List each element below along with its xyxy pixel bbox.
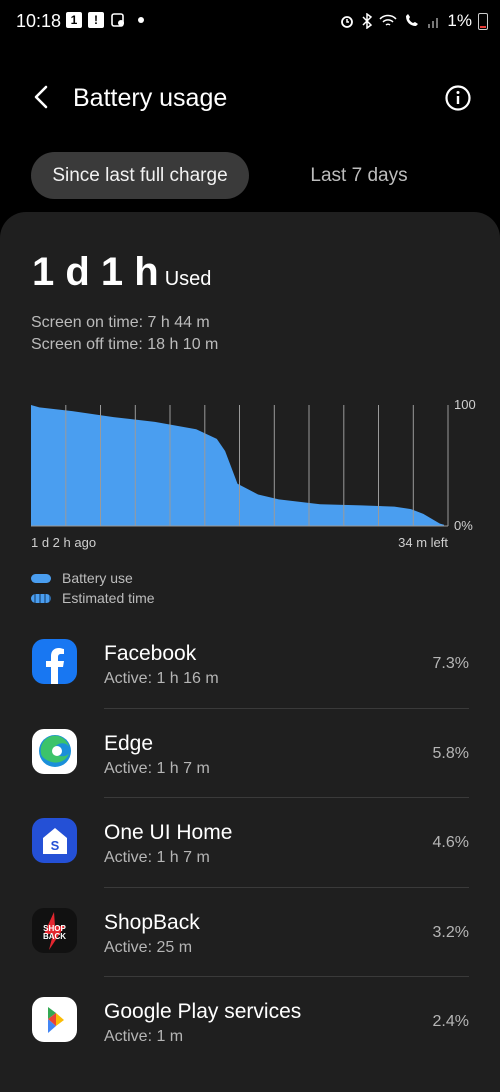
legend-swatch-solid: [31, 573, 51, 583]
legend-battery-use: Battery use: [31, 568, 155, 588]
app-name: Edge: [104, 731, 154, 755]
period-tabs: Since last full charge Last 7 days: [0, 152, 500, 200]
app-percent: 5.8%: [432, 744, 469, 762]
app-active-time: Active: 1 h 7 m: [104, 759, 210, 777]
used-label: Used: [164, 268, 212, 290]
back-button[interactable]: [28, 82, 58, 112]
battery-chart-svg: [31, 405, 449, 527]
app-row-edge[interactable]: Edge Active: 1 h 7 m 5.8%: [0, 709, 500, 798]
app-active-time: Active: 1 h 7 m: [104, 849, 210, 866]
alarm-icon: [341, 16, 354, 28]
info-button[interactable]: [444, 84, 472, 112]
app-name: One UI Home: [104, 821, 233, 844]
app-percent: 4.6%: [432, 834, 469, 851]
battery-percent: 1%: [447, 11, 472, 30]
x-end-label: 34 m left: [398, 535, 448, 550]
status-bar: 10:18 1 ! 1%: [0, 0, 500, 44]
status-time: 10:18: [16, 11, 62, 31]
system-status: 1%: [339, 11, 488, 31]
x-start-label: 1 d 2 h ago: [31, 535, 97, 550]
app-row-facebook[interactable]: Facebook Active: 1 h 16 m 7.3%: [0, 619, 500, 709]
screen-off-time: Screen off time: 18 h 10 m: [31, 336, 219, 353]
shopback-icon: SHOP BACK: [32, 907, 77, 953]
svg-text:S: S: [50, 838, 59, 853]
edge-icon: [32, 728, 77, 774]
legend-label: Battery use: [62, 570, 133, 586]
tab-since-last-full-charge[interactable]: Since last full charge: [31, 152, 249, 199]
volte-icon: [406, 14, 419, 26]
one-ui-home-icon: S: [32, 818, 77, 863]
app-row-shopback[interactable]: SHOP BACK ShopBack Active: 25 m 3.2%: [0, 888, 500, 977]
app-percent: 2.4%: [432, 1013, 469, 1030]
svg-text:BACK: BACK: [43, 932, 66, 941]
y-min-label: 0%: [454, 518, 473, 533]
screen-on-time: Screen on time: 7 h 44 m: [31, 314, 210, 331]
battery-area: [31, 405, 444, 526]
app-percent: 3.2%: [432, 923, 469, 941]
tab-last-7-days[interactable]: Last 7 days: [280, 152, 438, 199]
back-arrow-icon: [34, 85, 48, 109]
app-percent: 7.3%: [432, 655, 469, 672]
battery-icon: [478, 12, 488, 30]
battery-usage-card: 1 d 1 h Used Screen on time: 7 h 44 m Sc…: [0, 212, 500, 1092]
app-name: Facebook: [104, 642, 197, 665]
info-icon: [445, 85, 471, 111]
signal-icon: [428, 18, 439, 28]
more-notifications-icon: [138, 17, 144, 23]
usage-summary: 1 d 1 h Used: [32, 250, 211, 295]
app-row-google-play-services[interactable]: Google Play services Active: 1 m 2.4%: [0, 977, 500, 1067]
app-active-time: Active: 1 h 16 m: [104, 670, 219, 687]
app-active-time: Active: 1 m: [104, 1028, 184, 1045]
facebook-icon: [32, 639, 77, 684]
y-max-label: 100: [454, 397, 476, 412]
app-usage-list: Facebook Active: 1 h 16 m 7.3% Edge Acti…: [0, 619, 500, 1067]
app-name: ShopBack: [104, 910, 200, 934]
notification-icons: 1 !: [66, 12, 144, 28]
notification-badge-icon: 1: [66, 12, 82, 28]
legend-swatch-striped: [31, 593, 51, 603]
legend-label: Estimated time: [62, 590, 155, 606]
legend-estimated-time: Estimated time: [31, 588, 155, 608]
wifi-call-icon: [379, 14, 397, 26]
bluetooth-icon: [362, 13, 373, 29]
google-play-services-icon: [32, 997, 77, 1042]
app-row-one-ui-home[interactable]: S One UI Home Active: 1 h 7 m 4.6%: [0, 798, 500, 888]
alert-icon: !: [88, 12, 104, 28]
used-duration: 1 d 1 h: [32, 250, 159, 294]
page-title: Battery usage: [73, 84, 228, 112]
app-header: Battery usage: [0, 70, 500, 130]
screen-times: Screen on time: 7 h 44 m Screen off time…: [31, 312, 218, 356]
app-name: Google Play services: [104, 1000, 302, 1023]
battery-chart[interactable]: 100 0% 1 d 2 h ago 34 m left: [0, 387, 500, 550]
chart-legend: Battery use Estimated time: [31, 568, 155, 608]
app-active-time: Active: 25 m: [104, 938, 193, 956]
screen-record-icon: [111, 13, 124, 27]
